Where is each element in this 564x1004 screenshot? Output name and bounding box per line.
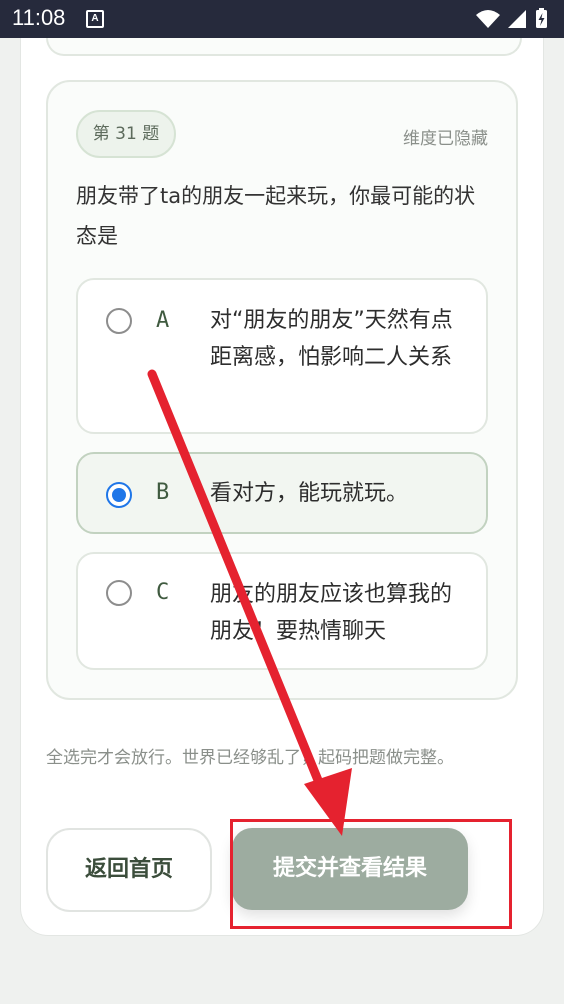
option-b[interactable]: B 看对方，能玩就玩。 bbox=[76, 452, 488, 534]
wifi-icon bbox=[476, 10, 500, 28]
radio-unselected-icon[interactable] bbox=[106, 308, 132, 334]
previous-question-card bbox=[46, 38, 522, 56]
annotation-highlight-box bbox=[230, 819, 512, 929]
question-text: 朋友带了ta的朋友一起来玩，你最可能的状态是 bbox=[76, 184, 476, 248]
question-number-badge: 第 31 题 bbox=[76, 110, 176, 158]
option-a[interactable]: A 对“朋友的朋友”天然有点距离感，怕影响二人关系 bbox=[76, 278, 488, 434]
radio-unselected-icon[interactable] bbox=[106, 580, 132, 606]
battery-charging-icon bbox=[536, 8, 547, 28]
back-home-button[interactable]: 返回首页 bbox=[46, 828, 212, 912]
option-text: 对“朋友的朋友”天然有点距离感，怕影响二人关系 bbox=[210, 308, 453, 370]
signal-icon bbox=[508, 10, 526, 28]
dimension-status: 维度已隐藏 bbox=[403, 129, 488, 149]
completion-hint: 全选完才会放行。世界已经够乱了，起码把题做完整。 bbox=[46, 748, 454, 768]
option-text: 朋友的朋友应该也算我的朋友！要热情聊天 bbox=[210, 582, 453, 644]
notification-badge-icon: A bbox=[86, 10, 104, 28]
option-letter: A bbox=[156, 308, 170, 333]
option-letter: B bbox=[156, 480, 170, 505]
option-letter: C bbox=[156, 580, 170, 605]
status-bar: 11:08 A bbox=[0, 0, 564, 38]
status-time: 11:08 bbox=[12, 5, 66, 30]
option-c[interactable]: C 朋友的朋友应该也算我的朋友！要热情聊天 bbox=[76, 552, 488, 670]
system-icons bbox=[476, 8, 547, 28]
option-text: 看对方，能玩就玩。 bbox=[210, 481, 409, 506]
radio-selected-icon[interactable] bbox=[106, 482, 132, 508]
